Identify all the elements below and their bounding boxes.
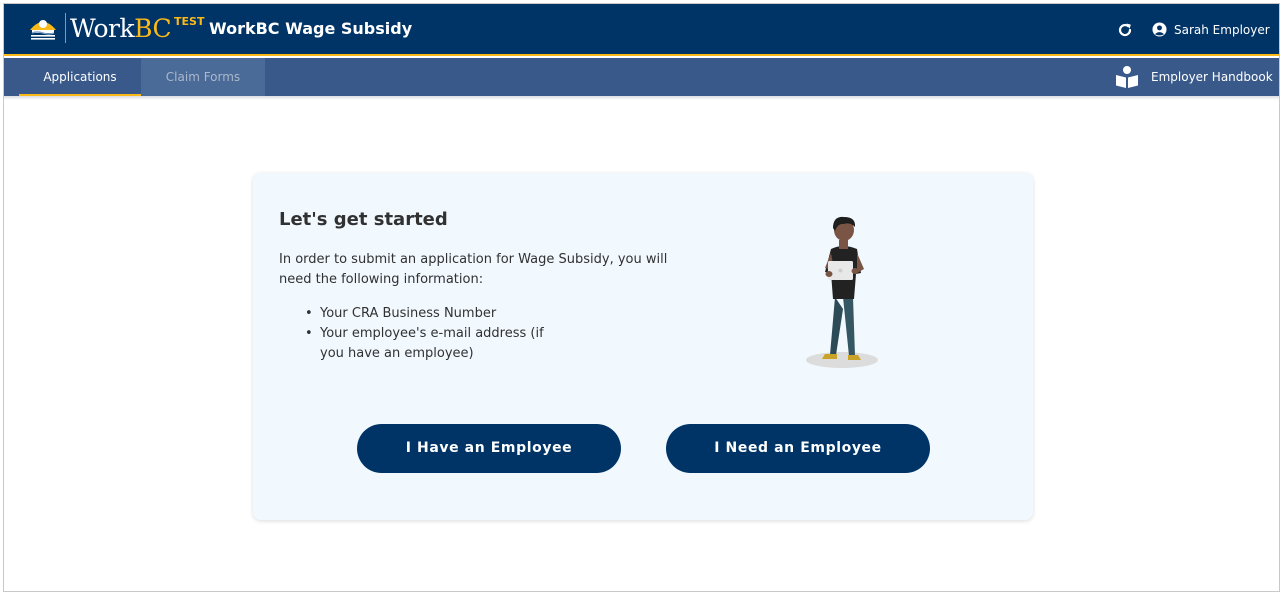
app-window: WorkBC TEST WorkBC Wage Subsidy Sarah Em… (3, 3, 1280, 592)
environment-badge: TEST (174, 15, 205, 28)
have-employee-button[interactable]: I Have an Employee (357, 424, 621, 473)
app-title: WorkBC Wage Subsidy (209, 19, 413, 38)
card-intro-text: In order to submit an application for Wa… (279, 252, 668, 287)
logo-divider (65, 13, 66, 43)
refresh-icon[interactable] (1117, 22, 1133, 38)
user-name[interactable]: Sarah Employer (1174, 21, 1270, 39)
user-circle-icon[interactable] (1152, 22, 1167, 37)
workbc-wordmark[interactable]: WorkBC (70, 13, 172, 45)
bc-government-logo-icon[interactable] (26, 12, 60, 44)
requirement-item: Your CRA Business Number (305, 304, 565, 324)
need-employee-button[interactable]: I Need an Employee (666, 424, 930, 473)
tab-applications[interactable]: Applications (19, 58, 141, 96)
wordmark-bc: BC (134, 14, 172, 43)
card-title: Let's get started (279, 209, 448, 230)
tab-claim-forms[interactable]: Claim Forms (141, 58, 265, 96)
employer-handbook-link[interactable]: Employer Handbook (1151, 58, 1273, 96)
requirements-list: Your CRA Business Number Your employee's… (305, 304, 565, 364)
person-with-laptop-illustration (806, 216, 878, 368)
main-nav: Applications Claim Forms Employer Handbo… (4, 58, 1279, 96)
top-header: WorkBC TEST WorkBC Wage Subsidy Sarah Em… (4, 4, 1279, 56)
get-started-card: Let's get started In order to submit an … (253, 173, 1033, 520)
reading-person-icon[interactable] (1115, 65, 1139, 89)
nav-shadow (4, 96, 1279, 100)
requirement-item: Your employee's e-mail address (if you h… (305, 324, 565, 364)
wordmark-work: Work (70, 14, 135, 43)
